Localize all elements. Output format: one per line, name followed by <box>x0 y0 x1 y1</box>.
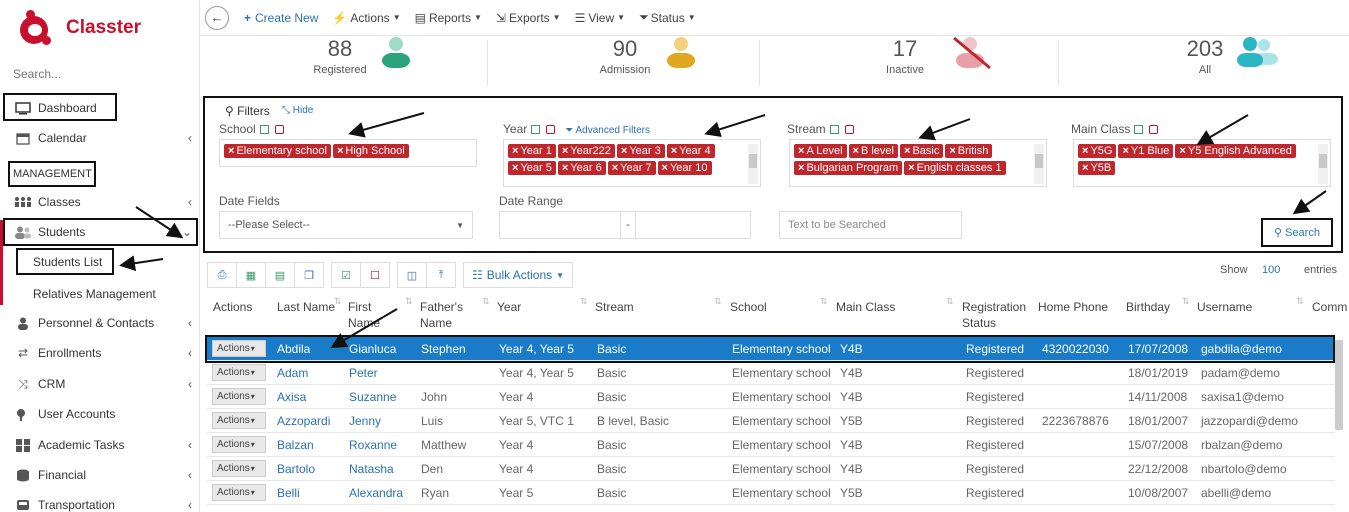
arrow-icon <box>1196 114 1249 146</box>
annotation-arrows <box>119 112 1327 349</box>
arrow-icon <box>119 255 164 272</box>
arrow-icon <box>348 112 425 138</box>
arrow-icon <box>704 114 766 138</box>
arrow-icon <box>1292 190 1327 215</box>
arrow-icon <box>918 118 971 141</box>
arrow-icon <box>135 206 184 239</box>
arrow-icon <box>330 308 398 349</box>
